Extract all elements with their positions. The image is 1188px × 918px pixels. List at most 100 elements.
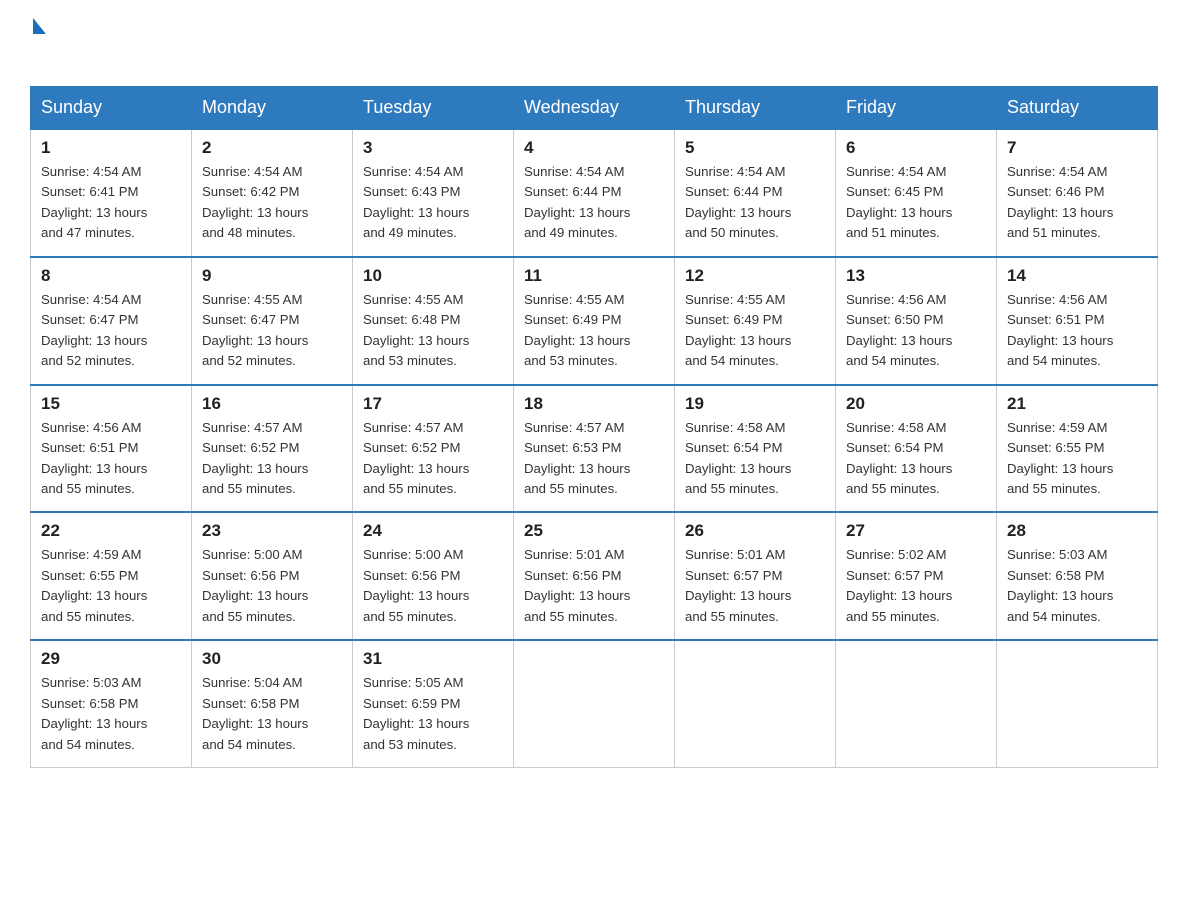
calendar-day-cell: 14 Sunrise: 4:56 AMSunset: 6:51 PMDayligh… [997, 257, 1158, 385]
day-info: Sunrise: 4:54 AMSunset: 6:41 PMDaylight:… [41, 162, 181, 244]
day-info: Sunrise: 4:57 AMSunset: 6:53 PMDaylight:… [524, 418, 664, 500]
day-info: Sunrise: 5:03 AMSunset: 6:58 PMDaylight:… [1007, 545, 1147, 627]
day-info: Sunrise: 4:55 AMSunset: 6:49 PMDaylight:… [524, 290, 664, 372]
day-number: 27 [846, 521, 986, 541]
day-info: Sunrise: 4:57 AMSunset: 6:52 PMDaylight:… [202, 418, 342, 500]
day-number: 29 [41, 649, 181, 669]
day-info: Sunrise: 4:54 AMSunset: 6:42 PMDaylight:… [202, 162, 342, 244]
day-info: Sunrise: 5:01 AMSunset: 6:57 PMDaylight:… [685, 545, 825, 627]
day-number: 25 [524, 521, 664, 541]
page-header [30, 20, 1158, 68]
day-info: Sunrise: 4:58 AMSunset: 6:54 PMDaylight:… [685, 418, 825, 500]
day-info: Sunrise: 4:54 AMSunset: 6:44 PMDaylight:… [685, 162, 825, 244]
calendar-day-cell: 6 Sunrise: 4:54 AMSunset: 6:45 PMDaylight… [836, 129, 997, 257]
day-info: Sunrise: 4:54 AMSunset: 6:45 PMDaylight:… [846, 162, 986, 244]
calendar-day-cell: 17 Sunrise: 4:57 AMSunset: 6:52 PMDayligh… [353, 385, 514, 513]
day-info: Sunrise: 5:00 AMSunset: 6:56 PMDaylight:… [202, 545, 342, 627]
day-info: Sunrise: 4:54 AMSunset: 6:46 PMDaylight:… [1007, 162, 1147, 244]
calendar-day-cell: 19 Sunrise: 4:58 AMSunset: 6:54 PMDayligh… [675, 385, 836, 513]
day-number: 15 [41, 394, 181, 414]
calendar-week-row: 1 Sunrise: 4:54 AMSunset: 6:41 PMDaylight… [31, 129, 1158, 257]
day-info: Sunrise: 4:59 AMSunset: 6:55 PMDaylight:… [1007, 418, 1147, 500]
day-number: 14 [1007, 266, 1147, 286]
calendar-table: SundayMondayTuesdayWednesdayThursdayFrid… [30, 86, 1158, 768]
calendar-week-row: 8 Sunrise: 4:54 AMSunset: 6:47 PMDaylight… [31, 257, 1158, 385]
day-info: Sunrise: 4:55 AMSunset: 6:49 PMDaylight:… [685, 290, 825, 372]
day-number: 20 [846, 394, 986, 414]
logo [30, 20, 46, 68]
day-number: 1 [41, 138, 181, 158]
calendar-day-cell: 25Sunrise: 5:01 AMSunset: 6:56 PMDayligh… [514, 512, 675, 640]
calendar-day-cell: 28 Sunrise: 5:03 AMSunset: 6:58 PMDayligh… [997, 512, 1158, 640]
day-number: 19 [685, 394, 825, 414]
calendar-empty-cell [836, 640, 997, 767]
calendar-day-cell: 12 Sunrise: 4:55 AMSunset: 6:49 PMDayligh… [675, 257, 836, 385]
day-number: 4 [524, 138, 664, 158]
calendar-day-cell: 9 Sunrise: 4:55 AMSunset: 6:47 PMDaylight… [192, 257, 353, 385]
day-number: 16 [202, 394, 342, 414]
calendar-header-monday: Monday [192, 87, 353, 130]
day-info: Sunrise: 4:56 AMSunset: 6:50 PMDaylight:… [846, 290, 986, 372]
day-number: 30 [202, 649, 342, 669]
calendar-empty-cell [675, 640, 836, 767]
calendar-empty-cell [997, 640, 1158, 767]
day-number: 28 [1007, 521, 1147, 541]
calendar-day-cell: 7 Sunrise: 4:54 AMSunset: 6:46 PMDaylight… [997, 129, 1158, 257]
day-info: Sunrise: 4:54 AMSunset: 6:43 PMDaylight:… [363, 162, 503, 244]
day-number: 18 [524, 394, 664, 414]
day-info: Sunrise: 4:55 AMSunset: 6:47 PMDaylight:… [202, 290, 342, 372]
calendar-day-cell: 26 Sunrise: 5:01 AMSunset: 6:57 PMDayligh… [675, 512, 836, 640]
day-number: 6 [846, 138, 986, 158]
day-number: 7 [1007, 138, 1147, 158]
calendar-header-wednesday: Wednesday [514, 87, 675, 130]
day-number: 21 [1007, 394, 1147, 414]
day-number: 23 [202, 521, 342, 541]
calendar-day-cell: 20Sunrise: 4:58 AMSunset: 6:54 PMDayligh… [836, 385, 997, 513]
day-number: 22 [41, 521, 181, 541]
calendar-day-cell: 24Sunrise: 5:00 AMSunset: 6:56 PMDayligh… [353, 512, 514, 640]
logo-chevron-icon [33, 18, 46, 34]
day-number: 26 [685, 521, 825, 541]
calendar-day-cell: 8 Sunrise: 4:54 AMSunset: 6:47 PMDaylight… [31, 257, 192, 385]
calendar-day-cell: 5 Sunrise: 4:54 AMSunset: 6:44 PMDaylight… [675, 129, 836, 257]
calendar-day-cell: 31Sunrise: 5:05 AMSunset: 6:59 PMDayligh… [353, 640, 514, 767]
calendar-day-cell: 30Sunrise: 5:04 AMSunset: 6:58 PMDayligh… [192, 640, 353, 767]
calendar-week-row: 22Sunrise: 4:59 AMSunset: 6:55 PMDayligh… [31, 512, 1158, 640]
calendar-day-cell: 21 Sunrise: 4:59 AMSunset: 6:55 PMDayligh… [997, 385, 1158, 513]
calendar-day-cell: 15 Sunrise: 4:56 AMSunset: 6:51 PMDayligh… [31, 385, 192, 513]
calendar-header-row: SundayMondayTuesdayWednesdayThursdayFrid… [31, 87, 1158, 130]
day-number: 17 [363, 394, 503, 414]
calendar-header-friday: Friday [836, 87, 997, 130]
calendar-day-cell: 10Sunrise: 4:55 AMSunset: 6:48 PMDayligh… [353, 257, 514, 385]
calendar-header-saturday: Saturday [997, 87, 1158, 130]
day-info: Sunrise: 5:03 AMSunset: 6:58 PMDaylight:… [41, 673, 181, 755]
day-number: 8 [41, 266, 181, 286]
calendar-header-tuesday: Tuesday [353, 87, 514, 130]
calendar-day-cell: 16 Sunrise: 4:57 AMSunset: 6:52 PMDayligh… [192, 385, 353, 513]
calendar-day-cell: 4 Sunrise: 4:54 AMSunset: 6:44 PMDaylight… [514, 129, 675, 257]
calendar-day-cell: 3 Sunrise: 4:54 AMSunset: 6:43 PMDaylight… [353, 129, 514, 257]
calendar-day-cell: 18 Sunrise: 4:57 AMSunset: 6:53 PMDayligh… [514, 385, 675, 513]
day-number: 24 [363, 521, 503, 541]
day-info: Sunrise: 4:56 AMSunset: 6:51 PMDaylight:… [1007, 290, 1147, 372]
calendar-day-cell: 22Sunrise: 4:59 AMSunset: 6:55 PMDayligh… [31, 512, 192, 640]
day-number: 31 [363, 649, 503, 669]
calendar-day-cell: 1 Sunrise: 4:54 AMSunset: 6:41 PMDaylight… [31, 129, 192, 257]
day-number: 9 [202, 266, 342, 286]
day-info: Sunrise: 4:55 AMSunset: 6:48 PMDaylight:… [363, 290, 503, 372]
calendar-empty-cell [514, 640, 675, 767]
calendar-header-thursday: Thursday [675, 87, 836, 130]
day-number: 12 [685, 266, 825, 286]
day-info: Sunrise: 4:56 AMSunset: 6:51 PMDaylight:… [41, 418, 181, 500]
day-info: Sunrise: 4:54 AMSunset: 6:47 PMDaylight:… [41, 290, 181, 372]
day-info: Sunrise: 5:02 AMSunset: 6:57 PMDaylight:… [846, 545, 986, 627]
day-number: 2 [202, 138, 342, 158]
calendar-day-cell: 29 Sunrise: 5:03 AMSunset: 6:58 PMDayligh… [31, 640, 192, 767]
day-info: Sunrise: 4:54 AMSunset: 6:44 PMDaylight:… [524, 162, 664, 244]
calendar-day-cell: 23 Sunrise: 5:00 AMSunset: 6:56 PMDayligh… [192, 512, 353, 640]
calendar-day-cell: 13Sunrise: 4:56 AMSunset: 6:50 PMDayligh… [836, 257, 997, 385]
calendar-day-cell: 2 Sunrise: 4:54 AMSunset: 6:42 PMDaylight… [192, 129, 353, 257]
day-number: 5 [685, 138, 825, 158]
day-info: Sunrise: 4:57 AMSunset: 6:52 PMDaylight:… [363, 418, 503, 500]
day-number: 3 [363, 138, 503, 158]
